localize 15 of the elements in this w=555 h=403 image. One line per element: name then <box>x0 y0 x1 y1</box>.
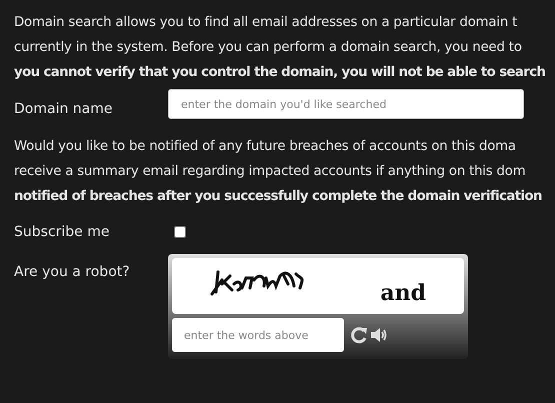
paragraph-line: notified of breaches after you successfully complete the domain verification <box>14 188 543 206</box>
subscribe-label: Subscribe me <box>14 224 110 240</box>
speaker-icon[interactable] <box>370 326 388 344</box>
paragraph-line: Would you like to be notified of any future breaches of accounts on this doma <box>14 138 517 156</box>
captcha-input-field[interactable]: enter the words above <box>172 318 344 352</box>
captcha-word: and <box>380 280 426 306</box>
domain-input-field[interactable]: enter the domain you'd like searched <box>168 89 524 119</box>
paragraph-line: currently in the system. Before you can perform a domain search, you need to <box>14 39 523 57</box>
paragraph-line: you cannot verify that you control the domain, you will not be able to search <box>14 64 546 82</box>
robot-label: Are you a robot? <box>14 264 131 280</box>
refresh-icon[interactable] <box>350 326 368 344</box>
paragraph-line: receive a summary email regarding impacted accounts if anything on this dom <box>14 163 526 181</box>
subscribe-checkbox[interactable] <box>174 226 186 238</box>
domain-name-label: Domain name <box>14 100 114 117</box>
paragraph-line: Domain search allows you to find all email addresses on a particular domain t <box>14 14 518 32</box>
